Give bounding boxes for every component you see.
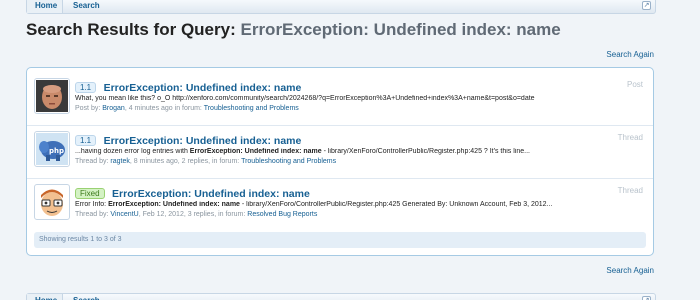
fixed-prefix-badge: Fixed — [75, 188, 105, 200]
forum-link[interactable]: Troubleshooting and Problems — [204, 105, 299, 112]
breadcrumb-search[interactable]: Search — [63, 294, 100, 300]
avatar[interactable] — [34, 184, 70, 220]
result-meta: Thread by: VincentU, Feb 12, 2012, 3 rep… — [75, 211, 317, 218]
result-type-label: Post — [626, 80, 643, 89]
breadcrumb-search[interactable]: Search — [63, 0, 100, 13]
search-result-item: 1.1 ErrorException: Undefined index: nam… — [27, 74, 653, 126]
meta-middle: , 4 minutes ago in forum: — [124, 105, 202, 112]
version-prefix-badge: 1.1 — [75, 82, 97, 94]
php-elephant-icon: php — [36, 133, 68, 165]
snippet-highlight: ErrorException: Undefined index: name — [108, 201, 240, 208]
search-results: 1.1 ErrorException: Undefined index: nam… — [26, 67, 654, 256]
author-link[interactable]: VincentU — [110, 211, 138, 218]
meta-prefix: Post by: — [75, 105, 101, 112]
user-photo-icon — [36, 80, 68, 112]
results-pager-info: Showing results 1 to 3 of 3 — [34, 232, 646, 248]
jump-to-top-icon[interactable]: ↗ — [642, 1, 651, 10]
result-title-row: 1.1 ErrorException: Undefined index: nam… — [75, 132, 302, 147]
result-snippet: ...having dozen error log entries with E… — [75, 148, 635, 155]
search-result-item: Fixed ErrorException: Undefined index: n… — [27, 180, 653, 232]
result-title-row: Fixed ErrorException: Undefined index: n… — [75, 185, 310, 200]
breadcrumb-home[interactable]: Home — [27, 294, 63, 300]
author-link[interactable]: Brogan — [102, 105, 125, 112]
snippet-text: Error Info: — [75, 201, 109, 208]
version-prefix-badge: 1.1 — [75, 135, 97, 147]
svg-text:php: php — [49, 147, 64, 155]
result-type-label: Thread — [617, 186, 643, 195]
search-result-item: php 1.1 ErrorException: Undefined index:… — [27, 127, 653, 179]
avatar[interactable] — [34, 78, 70, 114]
page-title-prefix: Search Results for Query: — [26, 20, 236, 39]
search-again-link[interactable]: Search Again — [606, 266, 654, 275]
page-title: Search Results for Query: ErrorException… — [26, 20, 561, 40]
result-snippet: Error Info: ErrorException: Undefined in… — [75, 201, 635, 208]
result-title-link[interactable]: ErrorException: Undefined index: name — [104, 82, 302, 94]
breadcrumb: Home Search ↗ — [26, 293, 656, 300]
result-title-link[interactable]: ErrorException: Undefined index: name — [112, 188, 310, 200]
avatar[interactable]: php — [34, 131, 70, 167]
snippet-highlight: ErrorException: Undefined index: name — [189, 148, 322, 155]
meta-prefix: Thread by: — [75, 211, 109, 218]
meta-middle: , 8 minutes ago, 2 replies, in forum: — [129, 158, 240, 165]
result-title-link[interactable]: ErrorException: Undefined index: name — [104, 135, 302, 147]
snippet-text: - library/XenForo/ControllerPublic/Regis… — [239, 201, 553, 208]
search-again-link[interactable]: Search Again — [606, 50, 654, 59]
meta-prefix: Thread by: — [75, 158, 109, 165]
snippet-text: ...having dozen error log entries with — [75, 148, 190, 155]
result-title-row: 1.1 ErrorException: Undefined index: nam… — [75, 79, 302, 94]
snippet-text: - library/XenForo/ControllerPublic/Regis… — [321, 148, 530, 155]
result-snippet: What, you mean like this? o_O http://xen… — [75, 95, 535, 102]
meta-middle: , Feb 12, 2012, 3 replies, in forum: — [138, 211, 246, 218]
author-link[interactable]: ragtek — [110, 158, 129, 165]
result-type-label: Thread — [617, 133, 643, 142]
result-meta: Thread by: ragtek, 8 minutes ago, 2 repl… — [75, 158, 336, 165]
forum-link[interactable]: Troubleshooting and Problems — [241, 158, 336, 165]
result-meta: Post by: Brogan, 4 minutes ago in forum:… — [75, 105, 299, 112]
cartoon-avatar-icon — [36, 186, 68, 218]
breadcrumb: Home Search ↗ — [26, 0, 656, 14]
forum-link[interactable]: Resolved Bug Reports — [247, 211, 317, 218]
jump-to-top-icon[interactable]: ↗ — [642, 296, 651, 300]
breadcrumb-home[interactable]: Home — [27, 0, 63, 13]
page-title-query: ErrorException: Undefined index: name — [240, 20, 561, 39]
